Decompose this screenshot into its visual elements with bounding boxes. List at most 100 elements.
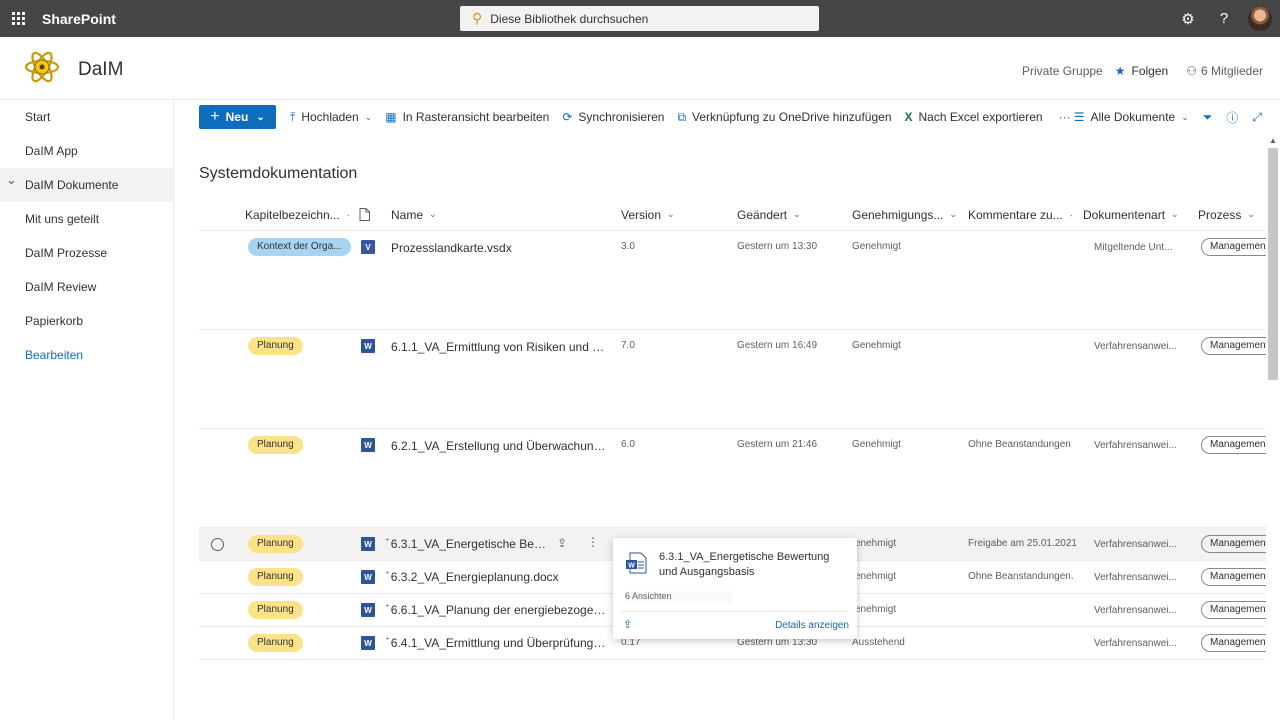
onedrive-shortcut-button[interactable]: ⧉ Verknüpfung zu OneDrive hinzufügen	[677, 110, 891, 125]
version-cell: 6.0	[621, 439, 635, 450]
row-select-radio[interactable]	[211, 538, 224, 551]
modified-cell: Gestern um 13:30	[737, 241, 818, 252]
site-title[interactable]: DaIM	[78, 59, 123, 81]
process-pill[interactable]: Management	[1201, 601, 1267, 619]
export-excel-button[interactable]: X Nach Excel exportieren	[905, 110, 1043, 124]
column-label: Dokumentenart	[1083, 207, 1166, 222]
brand-link[interactable]: SharePoint	[42, 11, 116, 27]
table-row[interactable]: Planung W 6.1.1_VA_Ermittlung von Risike…	[199, 330, 1267, 429]
hover-card-title[interactable]: 6.3.1_VA_Energetische Bewertung und Ausg…	[659, 550, 849, 580]
vertical-scrollbar[interactable]: ▲	[1266, 134, 1280, 720]
file-name-text: 6.3.1_VA_Energetische Bewertu...	[390, 537, 547, 551]
avatar[interactable]	[1248, 6, 1272, 31]
file-name-link[interactable]: 6.1.1_VA_Ermittlung von Risiken und Chan…	[391, 340, 606, 354]
onedrive-label: Verknüpfung zu OneDrive hinzufügen	[692, 110, 892, 124]
library-title: Systemdokumentation	[199, 165, 358, 182]
new-item-icon: ⁺	[385, 636, 390, 645]
more-vertical-icon[interactable]: ⋮	[587, 535, 599, 549]
star-icon[interactable]: ★	[1115, 64, 1126, 78]
column-header-comments[interactable]: Kommentare zu... ⌄	[968, 208, 1072, 222]
grid-edit-button[interactable]: ▦ In Rasteransicht bearbeiten	[385, 110, 549, 124]
nav-item-daim-dokumente[interactable]: DaIM Dokumente	[0, 168, 173, 202]
doctype-cell: Mitgeltende Unt...	[1094, 242, 1173, 253]
search-placeholder: Diese Bibliothek durchsuchen	[490, 11, 649, 26]
app-launcher-icon[interactable]	[0, 0, 36, 37]
view-label: Alle Dokumente	[1090, 110, 1176, 124]
help-icon[interactable]: ?	[1206, 10, 1242, 27]
chevron-down-icon: ⌄	[256, 111, 265, 123]
chevron-down-icon: ⌄	[1171, 209, 1179, 219]
scroll-up-icon[interactable]: ▲	[1269, 136, 1277, 145]
word-file-icon: W	[361, 570, 375, 584]
svg-text:W: W	[628, 563, 635, 570]
version-cell: 3.0	[621, 241, 635, 252]
chevron-down-icon: ⌄	[346, 209, 349, 220]
share-icon[interactable]: ⇪	[557, 536, 567, 550]
sync-button[interactable]: ⟳ Synchronisieren	[562, 110, 664, 124]
file-name-link[interactable]: Prozesslandkarte.vsdx	[391, 241, 606, 255]
process-pill[interactable]: Management	[1201, 535, 1267, 553]
search-box[interactable]: ⚲ Diese Bibliothek durchsuchen	[460, 6, 819, 31]
person-icon[interactable]: ⚇	[1186, 64, 1197, 78]
file-name-text: 6.3.2_VA_Energieplanung.docx	[390, 570, 559, 584]
column-label: Kapitelbezeichn...	[245, 207, 340, 222]
view-selector[interactable]: ☰ Alle Dokumente ⌄	[1074, 110, 1189, 124]
new-button[interactable]: + Neu ⌄	[199, 105, 276, 129]
process-label: Management	[1201, 634, 1267, 652]
file-name-text: 6.6.1_VA_Planung der energiebezogenen D.…	[390, 603, 607, 617]
column-header-version[interactable]: Version ⌄	[621, 208, 721, 222]
column-header-approval[interactable]: Genehmigungs... ⌄	[852, 208, 957, 222]
nav-item-daim-review[interactable]: DaIM Review	[0, 270, 173, 304]
file-name-text: 6.4.1_VA_Ermittlung und Überprüfung von …	[390, 636, 607, 650]
file-type-icon[interactable]	[359, 208, 373, 224]
share-icon[interactable]: ⇪	[623, 618, 632, 631]
file-name-link[interactable]: ⁺6.3.1_VA_Energetische Bewertu...	[385, 537, 547, 551]
file-name-link[interactable]: ⁺6.3.2_VA_Energieplanung.docx	[385, 570, 600, 584]
chapter-label: Planung	[248, 337, 303, 355]
file-name-link[interactable]: ⁺6.4.1_VA_Ermittlung und Überprüfung von…	[385, 636, 607, 650]
site-header: DaIM Private Gruppe ★ Folgen ⚇ 6 Mitglie…	[0, 37, 1280, 100]
filter-icon: ⏷	[1202, 109, 1213, 124]
file-name-link[interactable]: ⁺6.6.1_VA_Planung der energiebezogenen D…	[385, 603, 607, 617]
chevron-down-icon: ⌄	[429, 209, 437, 219]
column-header-process[interactable]: Prozess ⌄	[1198, 208, 1267, 222]
info-button[interactable]: ⓘ	[1226, 109, 1238, 126]
members-button[interactable]: 6 Mitglieder	[1201, 64, 1263, 78]
nav-item-start[interactable]: Start	[0, 100, 173, 134]
comments-cell: Ohne Beanstandungen.	[968, 571, 1074, 582]
expand-button[interactable]: ⤢	[1252, 110, 1262, 125]
scrollbar-thumb[interactable]	[1268, 148, 1278, 380]
follow-button[interactable]: Folgen	[1132, 64, 1169, 78]
column-label: Kommentare zu...	[968, 207, 1063, 222]
modified-cell: Gestern um 21:46	[737, 439, 818, 450]
filter-button[interactable]: ⏷	[1203, 110, 1213, 125]
comments-cell: Freigabe am 25.01.2021	[968, 538, 1077, 549]
grid-icon: ▦	[385, 110, 397, 124]
nav-item-daim-app[interactable]: DaIM App	[0, 134, 173, 168]
file-name-link[interactable]: 6.2.1_VA_Erstellung und Überwachung der …	[391, 439, 606, 453]
process-label: Management	[1201, 568, 1267, 586]
nav-item-recycle-bin[interactable]: Papierkorb	[0, 304, 173, 338]
column-header-name[interactable]: Name ⌄	[391, 208, 511, 222]
hover-card-divider	[621, 611, 849, 612]
table-header: Kapitelbezeichn... ⌄ Name ⌄ Version ⌄ Geänd…	[199, 199, 1267, 231]
process-pill[interactable]: Management	[1201, 568, 1267, 586]
column-header-doctype[interactable]: Dokumentenart ⌄	[1083, 208, 1187, 222]
process-pill[interactable]: Management	[1201, 337, 1267, 355]
process-pill[interactable]: Management	[1201, 238, 1267, 256]
column-header-chapter[interactable]: Kapitelbezeichn... ⌄	[245, 208, 349, 222]
table-row[interactable]: Kontext der Orga... V Prozesslandkarte.v…	[199, 231, 1267, 330]
process-pill[interactable]: Management	[1201, 634, 1267, 652]
upload-button[interactable]: ⤒ Hochladen ⌄	[290, 110, 372, 125]
group-type-label: Private Gruppe	[1022, 64, 1103, 78]
column-header-modified[interactable]: Geändert ⌄	[737, 208, 837, 222]
process-pill[interactable]: Management	[1201, 436, 1267, 454]
gear-icon[interactable]: ⚙	[1170, 10, 1206, 28]
nav-edit-link[interactable]: Bearbeiten	[0, 338, 173, 372]
nav-item-shared[interactable]: Mit uns geteilt	[0, 202, 173, 236]
chapter-pill: Planung	[248, 568, 303, 586]
details-link[interactable]: Details anzeigen	[775, 620, 849, 631]
table-row[interactable]: Planung W 6.2.1_VA_Erstellung und Überwa…	[199, 429, 1267, 528]
chapter-label: Planung	[248, 436, 303, 454]
nav-item-daim-prozesse[interactable]: DaIM Prozesse	[0, 236, 173, 270]
